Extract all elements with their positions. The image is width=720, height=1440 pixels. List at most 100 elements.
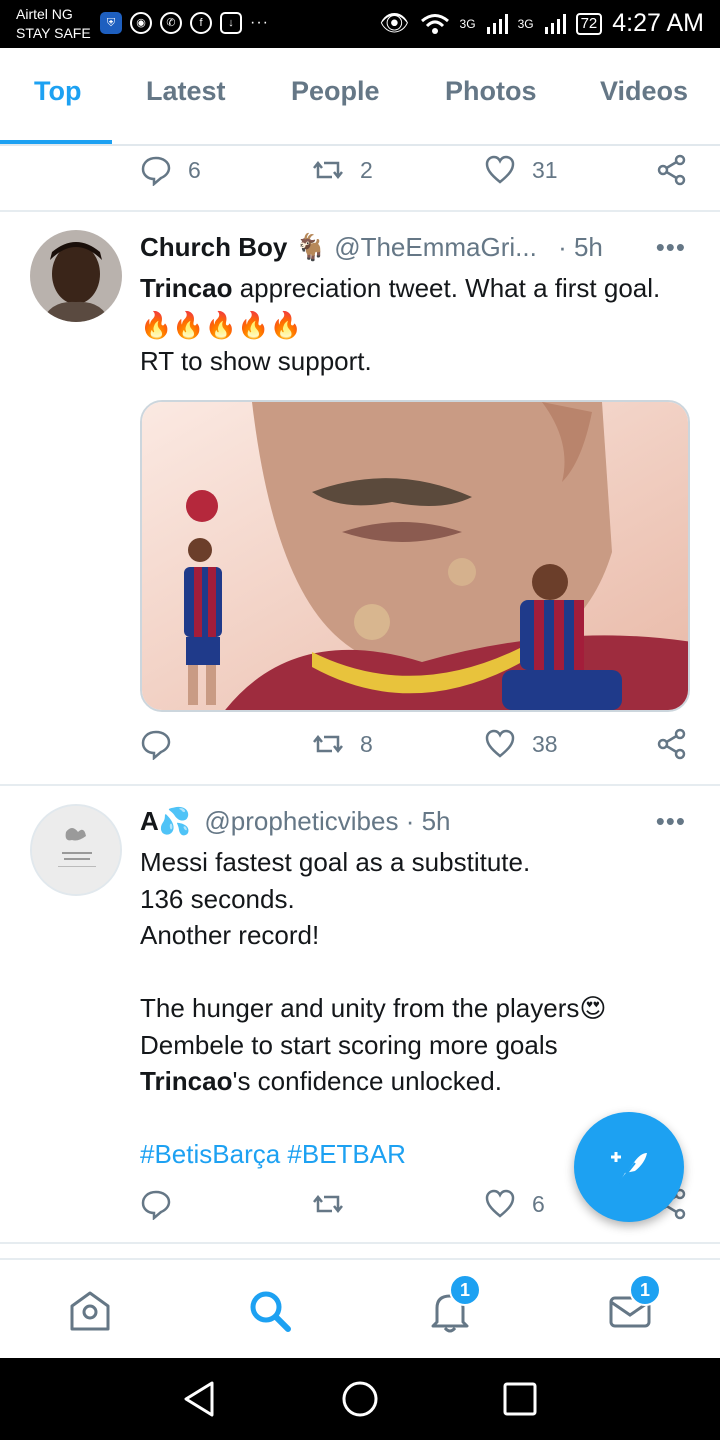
eye-icon: 👁 [379, 10, 410, 37]
bold-keyword: Trincao [140, 273, 233, 303]
carrier-subtext: STAY SAFE [16, 25, 91, 41]
wifi-icon [420, 13, 449, 34]
share-icon [657, 154, 686, 186]
heart-icon [485, 1189, 515, 1218]
sweat-drops-emoji: 💦 [158, 806, 192, 836]
recents-icon[interactable] [500, 1379, 540, 1419]
tab-top[interactable]: Top [34, 76, 81, 107]
heart-icon [485, 155, 515, 184]
avatar[interactable] [30, 804, 122, 896]
tweet-time: · 5h [405, 806, 451, 836]
tweet-actions: 8 38 [140, 728, 690, 768]
share-button[interactable] [656, 728, 688, 760]
retweet-count: 2 [360, 156, 373, 183]
tweet-header: Church Boy 🐐 @TheEmmaGri... · 5h [140, 232, 603, 263]
tweet-divider [0, 1242, 720, 1244]
tweet-header: A💦 @propheticvibes · 5h [140, 806, 451, 837]
like-button[interactable]: 31 [484, 154, 558, 186]
share-icon [657, 728, 686, 760]
user-handle[interactable]: @TheEmmaGri... [334, 232, 537, 262]
retweet-button[interactable]: 2 [312, 154, 373, 186]
tweet-text-part: appreciation tweet. What a first goal. [232, 273, 661, 303]
facebook-icon: f [190, 12, 212, 34]
avatar[interactable] [30, 230, 122, 322]
download-icon: ↓ [220, 12, 242, 34]
display-name[interactable]: A [140, 806, 159, 836]
tweet-text-line: The hunger and unity from the players [140, 993, 580, 1023]
tab-videos[interactable]: Videos [600, 76, 688, 107]
reply-button[interactable]: 6 [140, 154, 201, 186]
reply-count: 6 [188, 156, 201, 183]
more-notifications-icon: ··· [250, 14, 269, 31]
battery-icon: 72 [575, 12, 603, 35]
reply-icon [141, 1190, 171, 1220]
system-status: 👁 3G 3G 72 4:27 AM [379, 9, 704, 38]
tweet-text-line: Dembele to start scoring more goals [140, 1029, 558, 1060]
search-icon [250, 1291, 291, 1332]
whatsapp-icon: ✆ [160, 12, 182, 34]
like-count: 38 [532, 730, 558, 757]
heart-icon [485, 729, 515, 758]
search-button[interactable] [247, 1288, 293, 1334]
retweet-icon [313, 160, 343, 180]
signal-icon [486, 13, 508, 34]
share-button[interactable] [656, 154, 688, 186]
goat-emoji: 🐐 [294, 232, 327, 262]
like-count: 31 [532, 156, 558, 183]
retweet-icon [313, 734, 343, 754]
like-button[interactable]: 38 [484, 728, 558, 760]
messages-badge: 1 [629, 1274, 661, 1306]
carrier-name: Airtel NG [16, 6, 73, 22]
like-count: 6 [532, 1190, 545, 1217]
bottom-navigation: 1 1 [0, 1258, 720, 1358]
tweet-photo[interactable] [140, 400, 690, 712]
display-name[interactable]: Church Boy [140, 232, 287, 262]
back-icon[interactable] [180, 1379, 220, 1419]
like-button[interactable]: 6 [484, 1188, 545, 1220]
compose-feather-icon [611, 1152, 647, 1184]
home-circle-icon[interactable] [340, 1379, 380, 1419]
home-button[interactable] [67, 1288, 113, 1334]
status-bar: Airtel NG STAY SAFE ⛨ ◉ ✆ f ↓ ··· 👁 3G 3… [0, 0, 720, 48]
reply-icon [141, 156, 171, 186]
tab-people[interactable]: People [291, 76, 380, 107]
notification-icons: ⛨ ◉ ✆ f ↓ ··· [100, 12, 269, 34]
tweet-divider [0, 784, 720, 786]
retweet-count: 8 [360, 730, 373, 757]
reply-button[interactable] [140, 728, 172, 760]
tweet-text-line: Messi fastest goal as a substitute. [140, 847, 531, 877]
tweet-text-line: 136 seconds. [140, 883, 295, 914]
tweet-text: Trincao appreciation tweet. What a first… [140, 270, 680, 380]
tweet-divider [0, 210, 720, 212]
network-type-1: 3G [459, 16, 476, 31]
more-options-icon[interactable]: ••• [656, 806, 686, 837]
network-type-2: 3G [517, 16, 534, 31]
system-navigation-bar [0, 1358, 720, 1440]
fire-emojis: 🔥🔥🔥🔥🔥 [140, 309, 302, 340]
carrier-info: Airtel NG STAY SAFE [16, 5, 91, 43]
user-handle[interactable]: @propheticvibes [204, 806, 398, 836]
reply-button[interactable] [140, 1188, 172, 1220]
tweet-text-part: 's confidence unlocked. [232, 1066, 502, 1096]
notifications-badge: 1 [449, 1274, 481, 1306]
retweet-button[interactable]: 8 [312, 728, 373, 760]
signal-icon-2 [544, 13, 566, 34]
chrome-icon: ◉ [130, 12, 152, 34]
search-tabs: Top Latest People Photos Videos [0, 48, 720, 146]
tab-photos[interactable]: Photos [445, 76, 537, 107]
tweet-actions: 6 2 31 [140, 154, 690, 194]
more-options-icon[interactable]: ••• [656, 232, 686, 263]
tweet-time: · 5h [558, 232, 603, 262]
tab-latest[interactable]: Latest [146, 76, 226, 107]
clock: 4:27 AM [612, 9, 704, 37]
shield-icon: ⛨ [100, 12, 122, 34]
retweet-icon [313, 1194, 343, 1214]
bold-keyword: Trincao [140, 1066, 233, 1096]
retweet-button[interactable] [312, 1188, 344, 1220]
tweet-text-line: RT to show support. [140, 346, 372, 376]
compose-tweet-button[interactable] [574, 1112, 684, 1222]
home-icon [70, 1291, 110, 1331]
tweet-text-line: Another record! [140, 920, 320, 950]
heart-eyes-emoji: 😍 [579, 993, 607, 1023]
reply-icon [141, 730, 171, 760]
